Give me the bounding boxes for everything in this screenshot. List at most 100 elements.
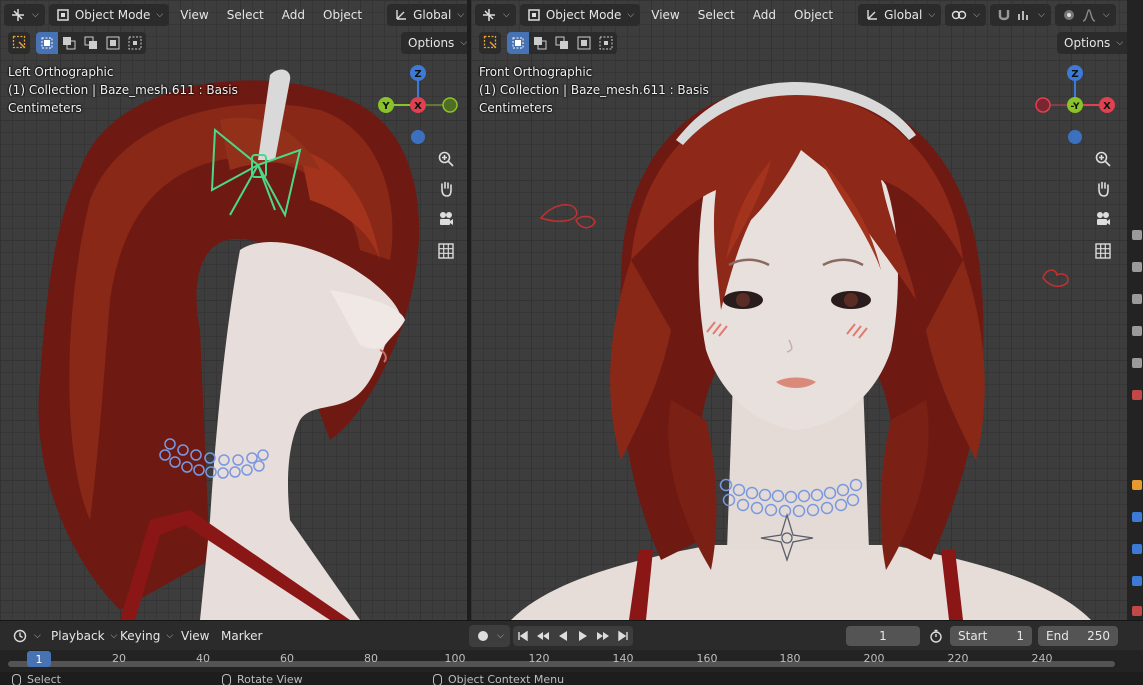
view-layer-tab-icon[interactable] <box>1132 326 1142 336</box>
chevron-down-icon: ⌵ <box>1102 10 1110 20</box>
mouse-middle-icon <box>222 673 231 685</box>
next-keyframe-icon[interactable] <box>593 626 613 646</box>
ruler-tick: 80 <box>364 652 378 665</box>
select-box-tool[interactable] <box>8 32 30 54</box>
camera-icon[interactable] <box>1090 206 1116 232</box>
mode-new-icon[interactable] <box>507 32 529 54</box>
status-context-hint: Object Context Menu <box>433 673 564 685</box>
chevron-down-icon: ⌵ <box>503 10 510 20</box>
pivot-dropdown[interactable]: ⌵ <box>945 4 987 26</box>
left-3d-viewport[interactable]: ⌵ Object Mode ⌵ View Select Add Object G… <box>0 0 467 620</box>
menu-select[interactable]: Select <box>220 4 271 26</box>
current-frame-indicator[interactable]: 1 <box>27 651 51 667</box>
scene-tab-icon[interactable] <box>1132 358 1142 368</box>
stopwatch-icon <box>928 628 944 644</box>
keying-menu[interactable]: Keying ⌵ <box>120 625 173 647</box>
chevron-down-icon: ⌵ <box>156 10 164 20</box>
particles-tab-icon[interactable] <box>1132 544 1142 554</box>
zoom-icon[interactable] <box>1090 146 1116 172</box>
frame-end-field[interactable]: End 250 <box>1038 626 1118 646</box>
playback-menu[interactable]: Playback ⌵ <box>51 625 117 647</box>
orientation-dropdown[interactable]: Global ⌵ <box>858 4 942 26</box>
menu-object[interactable]: Object <box>787 4 840 26</box>
editor-type-button[interactable]: ⌵ <box>475 4 516 26</box>
mode-new-icon[interactable] <box>36 32 58 54</box>
keying-label: Keying <box>120 629 161 643</box>
start-value: 1 <box>1016 629 1024 643</box>
editor-type-icon <box>10 7 26 23</box>
chevron-down-icon: ⌵ <box>973 10 981 20</box>
jump-start-icon[interactable] <box>513 626 533 646</box>
ruler-tick: 160 <box>696 652 718 665</box>
prev-keyframe-icon[interactable] <box>533 626 553 646</box>
collection-info: (1) Collection | Baze_mesh.611 : Basis <box>479 83 709 97</box>
options-dropdown[interactable]: Options ⌵ <box>1057 32 1127 54</box>
output-tab-icon[interactable] <box>1132 294 1142 304</box>
menu-object[interactable]: Object <box>316 4 369 26</box>
keyframe-record-button[interactable]: ⌵ <box>469 625 510 647</box>
mode-intersect-icon[interactable] <box>124 32 146 54</box>
marker-menu[interactable]: Marker <box>221 625 262 647</box>
editor-type-button[interactable]: ⌵ <box>4 4 45 26</box>
pan-hand-icon[interactable] <box>433 176 459 202</box>
timeline-frame-ruler[interactable]: 1 20 40 60 80 100 120 140 160 180 200 22… <box>0 650 1143 672</box>
pan-hand-icon[interactable] <box>1090 176 1116 202</box>
menu-view[interactable]: View <box>644 4 686 26</box>
right-3d-viewport[interactable]: ⌵ Object Mode ⌵ View Select Add Object G… <box>471 0 1127 620</box>
status-rotate-label: Rotate View <box>237 673 303 685</box>
mode-subtract-icon[interactable] <box>551 32 573 54</box>
menu-add[interactable]: Add <box>275 4 312 26</box>
use-preview-range-toggle[interactable] <box>928 625 944 647</box>
chevron-down-icon: ⌵ <box>166 631 174 641</box>
tool-tab-icon[interactable] <box>1132 230 1142 240</box>
falloff-curve-icon <box>1081 7 1097 23</box>
mode-invert-icon[interactable] <box>573 32 595 54</box>
modifier-tab-icon[interactable] <box>1132 512 1142 522</box>
gizmo-axis-right: X <box>1103 101 1111 112</box>
world-tab-icon[interactable] <box>1132 390 1142 400</box>
orientation-label: Global <box>413 8 452 22</box>
menu-select[interactable]: Select <box>691 4 742 26</box>
play-reverse-icon[interactable] <box>553 626 573 646</box>
mode-dropdown[interactable]: Object Mode ⌵ <box>48 4 170 26</box>
mode-subtract-icon[interactable] <box>80 32 102 54</box>
mode-intersect-icon[interactable] <box>595 32 617 54</box>
render-tab-icon[interactable] <box>1132 262 1142 272</box>
current-frame-field[interactable]: 1 <box>846 626 920 646</box>
menu-add[interactable]: Add <box>746 4 783 26</box>
record-dot-icon <box>475 628 491 644</box>
selection-mode-buttons <box>507 32 617 54</box>
mode-invert-icon[interactable] <box>102 32 124 54</box>
menu-view[interactable]: View <box>173 4 215 26</box>
object-mode-icon <box>55 7 71 23</box>
viewport-info-overlay: Left Orthographic (1) Collection | Baze_… <box>8 63 238 117</box>
mode-label: Object Mode <box>545 8 622 22</box>
play-icon[interactable] <box>573 626 593 646</box>
material-tab-icon[interactable] <box>1132 606 1142 616</box>
snap-toggle[interactable]: ⌵ <box>990 4 1051 26</box>
mode-dropdown[interactable]: Object Mode ⌵ <box>519 4 641 26</box>
orientation-dropdown[interactable]: Global ⌵ <box>387 4 467 26</box>
viewport-header: ⌵ Object Mode ⌵ View Select Add Object G… <box>0 0 467 30</box>
chevron-down-icon: ⌵ <box>497 631 504 641</box>
object-mode-icon <box>526 7 542 23</box>
perspective-grid-icon[interactable] <box>433 238 459 264</box>
timeline-view-menu[interactable]: View <box>181 625 209 647</box>
mode-extend-icon[interactable] <box>529 32 551 54</box>
ruler-tick: 220 <box>947 652 969 665</box>
timeline-editor-type-button[interactable]: ⌵ <box>6 625 47 647</box>
perspective-grid-icon[interactable] <box>1090 238 1116 264</box>
options-dropdown[interactable]: Options ⌵ <box>401 32 467 54</box>
physics-tab-icon[interactable] <box>1132 576 1142 586</box>
playback-controls <box>513 625 633 647</box>
zoom-icon[interactable] <box>433 146 459 172</box>
navigation-gizmo[interactable]: Z Y X <box>373 60 463 150</box>
mode-extend-icon[interactable] <box>58 32 80 54</box>
frame-start-field[interactable]: Start 1 <box>950 626 1032 646</box>
proportional-edit-toggle[interactable]: ⌵ <box>1054 4 1116 26</box>
select-box-tool[interactable] <box>479 32 501 54</box>
object-tab-icon[interactable] <box>1132 480 1142 490</box>
navigation-gizmo[interactable]: Z -Y X <box>1030 60 1120 150</box>
jump-end-icon[interactable] <box>613 626 633 646</box>
camera-icon[interactable] <box>433 206 459 232</box>
